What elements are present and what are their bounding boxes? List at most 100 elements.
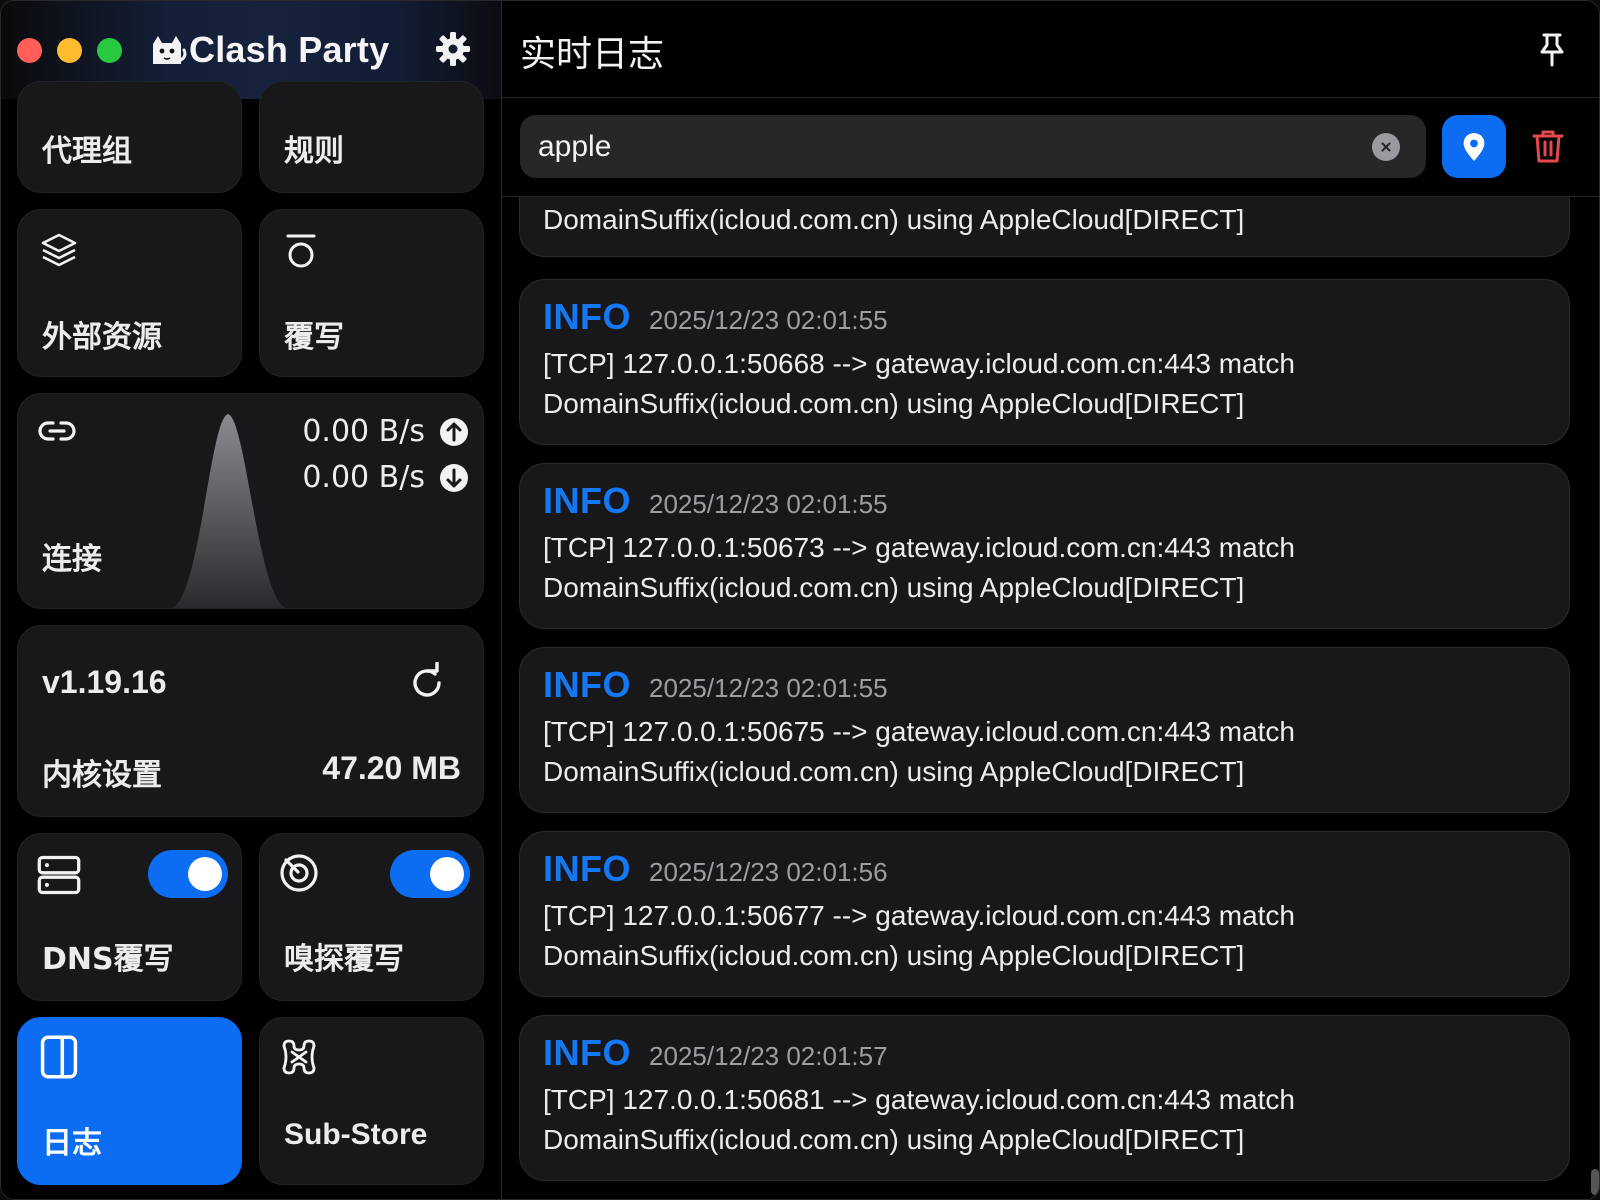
rules-label: 规则: [284, 134, 344, 169]
core-settings-label: 内核设置: [42, 758, 162, 793]
connections-label: 连接: [42, 542, 102, 577]
close-window-button[interactable]: [17, 38, 42, 63]
link-icon: [38, 421, 76, 441]
settings-gear-icon[interactable]: [433, 29, 473, 69]
log-entry: DomainSuffix(icloud.com.cn) using AppleC…: [519, 197, 1570, 257]
sub-store-icon: [282, 1039, 316, 1075]
log-entry: INFO 2025/12/23 02:01:56 [TCP] 127.0.0.1…: [519, 831, 1570, 997]
log-message-line: DomainSuffix(icloud.com.cn) using AppleC…: [543, 388, 1245, 419]
log-level: INFO: [543, 664, 631, 705]
pin-icon[interactable]: [1533, 31, 1571, 69]
log-level: INFO: [543, 1032, 631, 1073]
upload-speed-value: 0.00 B/s: [302, 414, 425, 449]
log-header: INFO 2025/12/23 02:01:56: [543, 848, 888, 890]
sniff-override-card[interactable]: 嗅探覆写: [259, 833, 484, 1001]
log-message-line: DomainSuffix(icloud.com.cn) using AppleC…: [543, 1124, 1245, 1155]
log-time: 2025/12/23 02:01:55: [649, 305, 888, 335]
refresh-icon[interactable]: [406, 662, 448, 704]
log-message: [TCP] 127.0.0.1:50668 --> gateway.icloud…: [543, 344, 1543, 424]
minimize-window-button[interactable]: [57, 38, 82, 63]
override-card[interactable]: 覆写: [259, 209, 484, 377]
proxy-group-label: 代理组: [42, 134, 132, 169]
locate-button[interactable]: [1442, 115, 1506, 178]
search-input[interactable]: [536, 128, 1366, 165]
log-message-line: [TCP] 127.0.0.1:50668 --> gateway.icloud…: [543, 348, 1296, 379]
app-brand: Clash Party: [147, 25, 389, 75]
zoom-window-button[interactable]: [97, 38, 122, 63]
log-time: 2025/12/23 02:01:57: [649, 1041, 888, 1071]
log-entry: INFO 2025/12/23 02:01:57 [TCP] 127.0.0.1…: [519, 1015, 1570, 1181]
log-list[interactable]: DomainSuffix(icloud.com.cn) using AppleC…: [502, 197, 1599, 1199]
download-speed-value: 0.00 B/s: [302, 460, 425, 495]
location-pin-icon: [1463, 132, 1485, 161]
override-label: 覆写: [284, 320, 344, 355]
log-entry: INFO 2025/12/23 02:01:55 [TCP] 127.0.0.1…: [519, 463, 1570, 629]
log-message: DomainSuffix(icloud.com.cn) using AppleC…: [543, 204, 1245, 235]
log-level: INFO: [543, 848, 631, 889]
scrollbar-thumb[interactable]: [1591, 1169, 1599, 1195]
log-header: INFO 2025/12/23 02:01:55: [543, 480, 888, 522]
external-resources-card[interactable]: 外部资源: [17, 209, 242, 377]
log-message-line: DomainSuffix(icloud.com.cn) using AppleC…: [543, 940, 1245, 971]
external-resources-label: 外部资源: [42, 320, 162, 355]
proxy-group-card[interactable]: 代理组: [17, 81, 242, 193]
clear-search-button[interactable]: [1372, 133, 1400, 161]
page-title: 实时日志: [520, 34, 665, 75]
traffic-graph: [172, 414, 286, 608]
core-settings-card[interactable]: v1.19.16 内核设置 47.20 MB: [17, 625, 484, 817]
log-panel-icon: [40, 1035, 78, 1079]
core-memory: 47.20 MB: [322, 750, 461, 786]
log-entry: INFO 2025/12/23 02:01:55 [TCP] 127.0.0.1…: [519, 279, 1570, 445]
main-panel: 实时日志 apple DomainSuffix(icloud.com.cn) u…: [502, 1, 1599, 1199]
log-time: 2025/12/23 02:01:55: [649, 489, 888, 519]
log-message: [TCP] 127.0.0.1:50681 --> gateway.icloud…: [543, 1080, 1543, 1160]
cat-logo-icon: [153, 36, 187, 64]
app-name: Clash Party: [189, 29, 390, 70]
trash-icon[interactable]: [1528, 126, 1568, 166]
toggle-knob: [430, 857, 464, 891]
sidebar: Clash Party 代理组 规则 外部资源 覆写 0.00 B/s 0.00…: [1, 1, 502, 1199]
app-window: Clash Party 代理组 规则 外部资源 覆写 0.00 B/s 0.00…: [0, 0, 1600, 1200]
core-version: v1.19.16: [42, 664, 167, 700]
arrow-down-circle-icon: [440, 463, 468, 492]
server-icon: [37, 855, 81, 895]
log-header: INFO 2025/12/23 02:01:57: [543, 1032, 888, 1074]
log-header: INFO 2025/12/23 02:01:55: [543, 664, 888, 706]
log-message: [TCP] 127.0.0.1:50677 --> gateway.icloud…: [543, 896, 1543, 976]
dns-override-card[interactable]: DNS覆写: [17, 833, 242, 1001]
logs-label: 日志: [42, 1126, 102, 1161]
sniff-override-toggle[interactable]: [390, 850, 470, 898]
log-message-line: [TCP] 127.0.0.1:50675 --> gateway.icloud…: [543, 716, 1296, 747]
log-time: 2025/12/23 02:01:56: [649, 857, 888, 887]
sniffer-icon: [280, 854, 318, 892]
log-level: INFO: [543, 480, 631, 521]
search-box: [520, 115, 1426, 178]
log-message: [TCP] 127.0.0.1:50675 --> gateway.icloud…: [543, 712, 1543, 792]
log-time: 2025/12/23 02:01:55: [649, 673, 888, 703]
upload-speed: 0.00 B/s: [302, 414, 469, 449]
log-level: INFO: [543, 296, 631, 337]
log-message-line: [TCP] 127.0.0.1:50681 --> gateway.icloud…: [543, 1084, 1296, 1115]
override-icon: [286, 234, 316, 268]
download-speed: 0.00 B/s: [302, 460, 469, 495]
connections-card[interactable]: 0.00 B/s 0.00 B/s 连接: [17, 393, 484, 609]
log-toolbar: [502, 98, 1599, 197]
sub-store-label: Sub-Store: [284, 1118, 428, 1151]
sub-store-card[interactable]: Sub-Store: [259, 1017, 484, 1185]
log-message-line: DomainSuffix(icloud.com.cn) using AppleC…: [543, 756, 1245, 787]
log-message-line: [TCP] 127.0.0.1:50673 --> gateway.icloud…: [543, 532, 1296, 563]
log-message-line: DomainSuffix(icloud.com.cn) using AppleC…: [543, 572, 1245, 603]
rules-card[interactable]: 规则: [259, 81, 484, 193]
main-header: 实时日志: [502, 1, 1599, 98]
log-message: [TCP] 127.0.0.1:50673 --> gateway.icloud…: [543, 528, 1543, 608]
toggle-knob: [188, 857, 222, 891]
dns-override-toggle[interactable]: [148, 850, 228, 898]
sniff-override-label: 嗅探覆写: [284, 942, 404, 977]
arrow-up-circle-icon: [440, 417, 468, 446]
layers-icon: [41, 233, 77, 267]
logs-card[interactable]: 日志: [17, 1017, 242, 1185]
log-header: INFO 2025/12/23 02:01:55: [543, 296, 888, 338]
log-message-line: [TCP] 127.0.0.1:50677 --> gateway.icloud…: [543, 900, 1296, 931]
dns-override-label: DNS覆写: [42, 942, 174, 977]
close-icon: [1381, 142, 1391, 152]
